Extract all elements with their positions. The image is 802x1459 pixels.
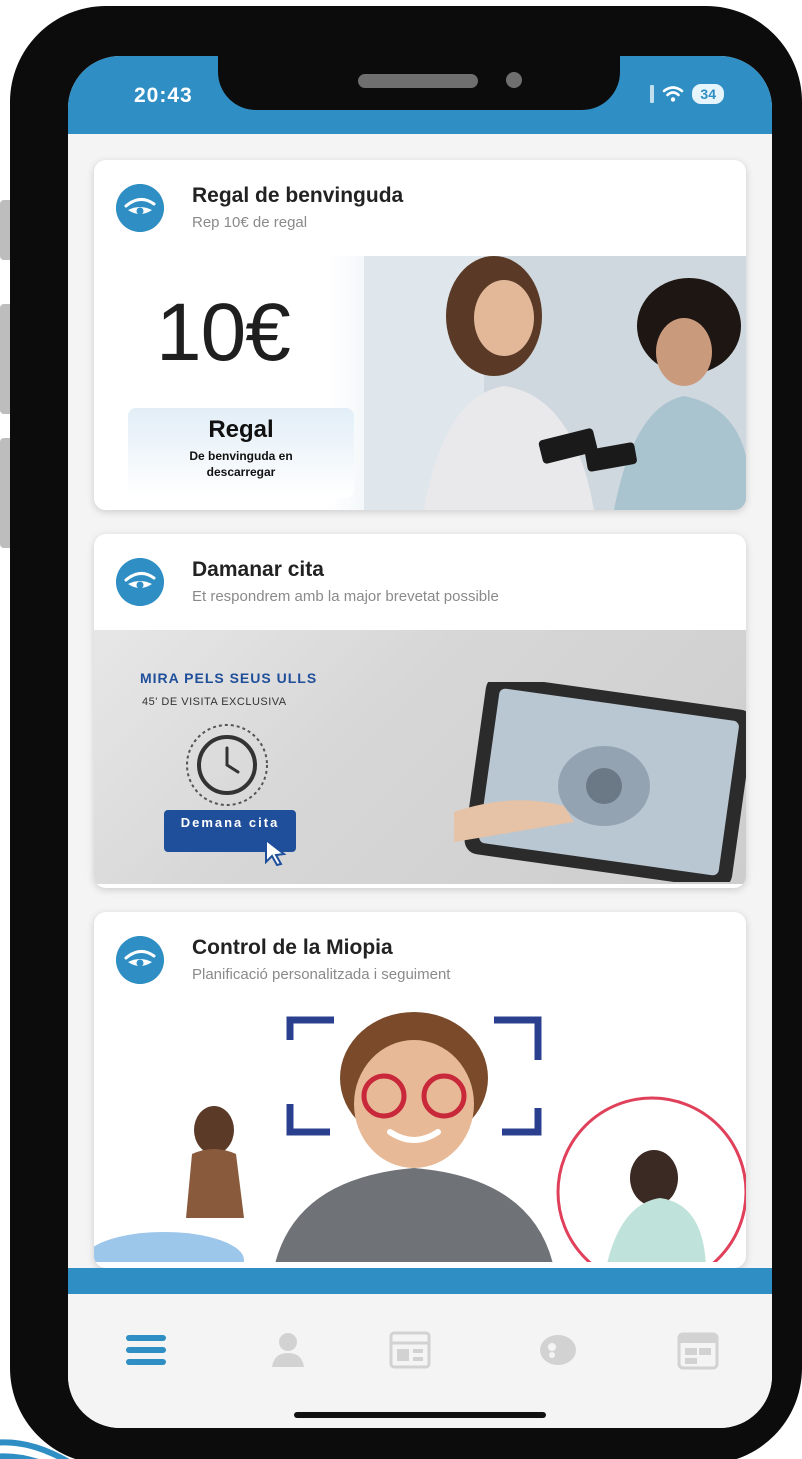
tab-bar-accent [68, 1268, 772, 1294]
clock-icon [186, 724, 268, 806]
card-subtitle: Et respondrem amb la major brevetat poss… [192, 588, 499, 605]
promo-subheadline: 45' DE VISITA EXCLUSIVA [142, 696, 287, 708]
card-header: Control de la Miopia Planificació person… [94, 912, 746, 1008]
tablet-eye-scan-image [454, 682, 746, 882]
eye-brand-icon [116, 558, 164, 606]
home-indicator[interactable] [294, 1412, 546, 1418]
tab-profile[interactable] [266, 1328, 310, 1372]
welcome-gift-banner[interactable]: 10€ Regal De benvinguda en descarregar [94, 256, 746, 510]
phone-notch [218, 14, 620, 110]
card-title: Regal de benvinguda [192, 184, 404, 207]
card-header: Regal de benvinguda Rep 10€ de regal [94, 160, 746, 256]
request-appointment-card[interactable]: Damanar cita Et respondrem amb la major … [94, 534, 746, 888]
tab-calendar[interactable] [676, 1328, 720, 1372]
battery-indicator: 34 [692, 84, 724, 104]
gift-badge: Regal De benvinguda en descarregar [128, 408, 354, 498]
speaker-grille [358, 74, 478, 88]
appointment-banner[interactable]: MIRA PELS SEUS ULLS 45' DE VISITA EXCLUS… [94, 630, 746, 884]
eye-brand-icon [116, 184, 164, 232]
gift-badge-subtitle: De benvinguda en descarregar [189, 449, 293, 479]
screenshot-stage: 20:43 34 Regal de benvinguda Rep 10€ de … [0, 0, 802, 1459]
calendar-icon [677, 1332, 719, 1370]
signal-icon [650, 85, 655, 103]
user-icon [272, 1333, 304, 1367]
myopia-banner[interactable] [94, 1008, 746, 1262]
wifi-icon [663, 86, 684, 102]
child-with-glasses-image [94, 1012, 746, 1262]
tab-contact-lenses[interactable] [536, 1328, 580, 1372]
gift-badge-title: Regal [208, 416, 274, 443]
tab-catalog[interactable] [388, 1328, 432, 1372]
welcome-gift-card[interactable]: Regal de benvinguda Rep 10€ de regal 10€… [94, 160, 746, 510]
people-with-phones-image [364, 256, 746, 510]
tab-menu[interactable] [124, 1328, 168, 1372]
front-camera [506, 72, 522, 88]
promo-headline: MIRA PELS SEUS ULLS [140, 670, 318, 686]
contact-lens-icon [540, 1335, 576, 1365]
card-subtitle: Rep 10€ de regal [192, 214, 308, 231]
bottom-tab-bar [68, 1294, 772, 1428]
status-icons: 34 [650, 84, 724, 104]
eye-brand-icon [116, 936, 164, 984]
card-title: Damanar cita [192, 558, 324, 581]
card-header: Damanar cita Et respondrem amb la major … [94, 534, 746, 630]
card-title: Control de la Miopia [192, 936, 393, 959]
phone-frame: 20:43 34 Regal de benvinguda Rep 10€ de … [10, 6, 802, 1459]
pointer-cursor-icon [265, 838, 287, 866]
catalog-icon [389, 1331, 431, 1369]
myopia-control-card[interactable]: Control de la Miopia Planificació person… [94, 912, 746, 1268]
card-subtitle: Planificació personalitzada i seguiment [192, 966, 451, 983]
app-screen: 20:43 34 Regal de benvinguda Rep 10€ de … [68, 56, 772, 1428]
menu-icon [126, 1335, 166, 1365]
gift-amount: 10€ [156, 287, 291, 378]
status-time: 20:43 [134, 84, 193, 107]
